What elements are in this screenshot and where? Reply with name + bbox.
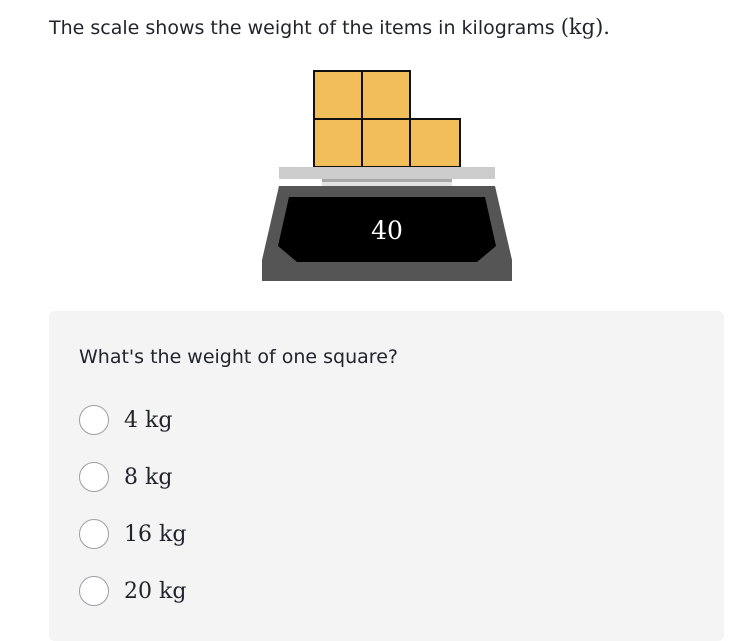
scale-reading: 40: [371, 216, 403, 245]
radio-circle-icon[interactable]: [79, 462, 109, 492]
square: [313, 70, 363, 120]
scale-neck-base: [322, 182, 452, 186]
question-prompt: What's the weight of one square?: [79, 346, 398, 368]
choice-20-kg[interactable]: 20 kg: [79, 574, 186, 608]
radio-circle-icon[interactable]: [79, 576, 109, 606]
choice-4-kg[interactable]: 4 kg: [79, 403, 172, 437]
choice-label: 4 kg: [124, 407, 173, 433]
question-card: What's the weight of one square? 4 kg 8 …: [49, 311, 724, 641]
choice-8-kg[interactable]: 8 kg: [79, 460, 172, 494]
radio-circle-icon[interactable]: [79, 405, 109, 435]
choice-label: 16 kg: [124, 521, 187, 547]
radio-circle-icon[interactable]: [79, 519, 109, 549]
choice-label: 20 kg: [124, 578, 187, 604]
weight-squares: [313, 70, 461, 168]
choice-16-kg[interactable]: 16 kg: [79, 517, 186, 551]
square: [361, 118, 411, 168]
square: [409, 118, 461, 168]
scale-figure: 40: [262, 70, 512, 281]
square: [313, 118, 363, 168]
choice-label: 8 kg: [124, 464, 173, 490]
scale-neck: [322, 179, 452, 182]
square: [361, 70, 411, 120]
scale-platform: [279, 167, 495, 179]
